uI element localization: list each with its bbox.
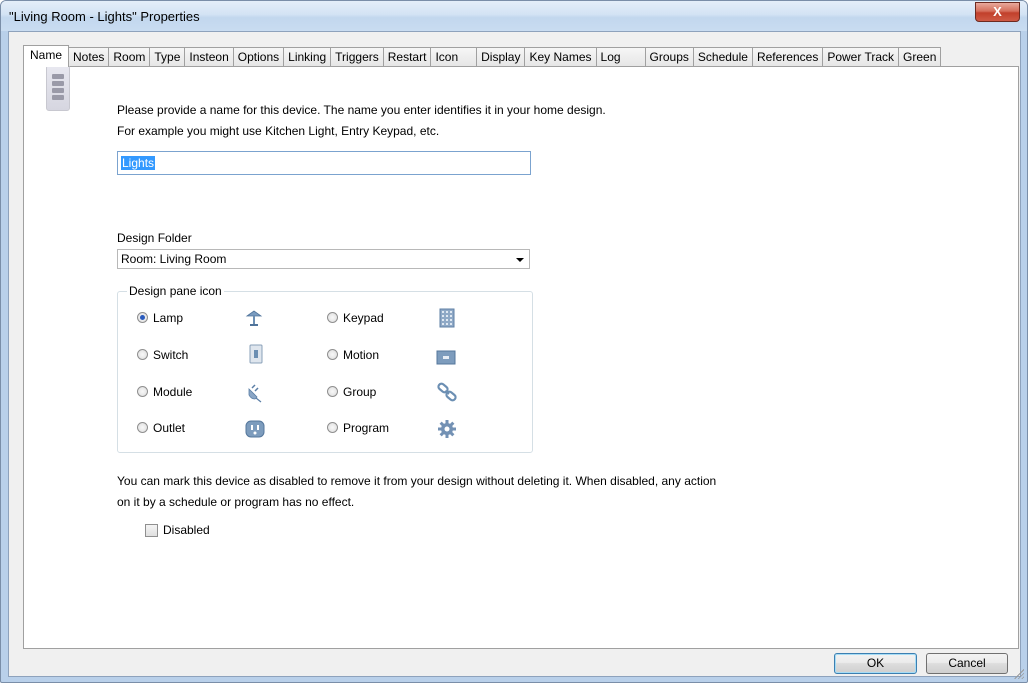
radio-module[interactable] — [137, 386, 148, 397]
radio-lamp[interactable] — [137, 312, 148, 323]
title-bar[interactable]: "Living Room - Lights" Properties X — [1, 1, 1027, 31]
design-folder-select[interactable]: Room: Living Room — [117, 249, 530, 269]
disabled-note-line2: on it by a schedule or program has no ef… — [117, 495, 355, 509]
ok-button[interactable]: OK — [834, 653, 917, 674]
name-instruction-line2: For example you might use Kitchen Light,… — [117, 124, 440, 138]
window-title: "Living Room - Lights" Properties — [9, 9, 200, 24]
radio-program-label: Program — [343, 421, 390, 435]
tab-key-names[interactable]: Key Names — [524, 47, 597, 66]
switch-icon — [249, 344, 263, 364]
tab-room[interactable]: Room — [108, 47, 151, 66]
chain-link-icon — [437, 382, 457, 402]
keypad-device-icon — [46, 65, 70, 111]
disabled-note-line1: You can mark this device as disabled to … — [117, 474, 717, 488]
keypad-icon — [439, 308, 455, 328]
disabled-checkbox-label: Disabled — [163, 523, 210, 537]
tab-references[interactable]: References — [751, 47, 824, 66]
tab-schedule[interactable]: Schedule — [692, 47, 753, 66]
gear-icon — [438, 420, 456, 438]
tab-log[interactable]: Log — [595, 47, 646, 66]
cancel-button[interactable]: Cancel — [926, 653, 1008, 674]
tab-name[interactable]: Name — [23, 45, 70, 67]
disabled-checkbox[interactable] — [145, 524, 158, 537]
properties-window: "Living Room - Lights" Properties X Name… — [0, 0, 1028, 683]
tab-restart[interactable]: Restart — [382, 47, 432, 66]
design-pane-icon-legend: Design pane icon — [127, 284, 224, 298]
device-name-input[interactable]: Lights — [117, 151, 531, 175]
radio-lamp-label: Lamp — [153, 311, 184, 325]
tab-display[interactable]: Display — [476, 47, 526, 66]
chevron-down-icon — [516, 258, 524, 262]
radio-outlet-label: Outlet — [153, 421, 186, 435]
tab-insteon[interactable]: Insteon — [184, 47, 234, 66]
radio-switch[interactable] — [137, 349, 148, 360]
close-button[interactable]: X — [975, 2, 1020, 22]
design-folder-label: Design Folder — [117, 231, 192, 245]
tab-strip: Name Notes Room Type Insteon Options Lin… — [23, 45, 942, 67]
design-folder-value: Room: Living Room — [121, 252, 227, 266]
tab-icon[interactable]: Icon — [430, 47, 478, 66]
tab-groups[interactable]: Groups — [644, 47, 694, 66]
device-name-value: Lights — [121, 156, 156, 170]
radio-program[interactable] — [327, 422, 338, 433]
radio-keypad[interactable] — [327, 312, 338, 323]
tab-green[interactable]: Green — [898, 47, 942, 66]
radio-switch-label: Switch — [153, 348, 189, 362]
tab-options[interactable]: Options — [232, 47, 285, 66]
radio-keypad-label: Keypad — [343, 311, 384, 325]
radio-outlet[interactable] — [137, 422, 148, 433]
outlet-icon — [245, 420, 265, 438]
tab-triggers[interactable]: Triggers — [330, 47, 384, 66]
plug-icon — [248, 384, 262, 403]
tab-power-track[interactable]: Power Track — [822, 47, 900, 66]
radio-module-label: Module — [153, 385, 193, 399]
tab-notes[interactable]: Notes — [68, 47, 110, 66]
tab-type[interactable]: Type — [149, 47, 186, 66]
tab-linking[interactable]: Linking — [283, 47, 332, 66]
radio-group[interactable] — [327, 386, 338, 397]
lamp-icon — [245, 310, 263, 326]
resize-grip[interactable] — [1014, 669, 1024, 679]
radio-group-label: Group — [343, 385, 377, 399]
motion-icon — [436, 350, 456, 365]
radio-motion[interactable] — [327, 349, 338, 360]
name-instruction-line1: Please provide a name for this device. T… — [117, 103, 606, 117]
radio-motion-label: Motion — [343, 348, 380, 362]
